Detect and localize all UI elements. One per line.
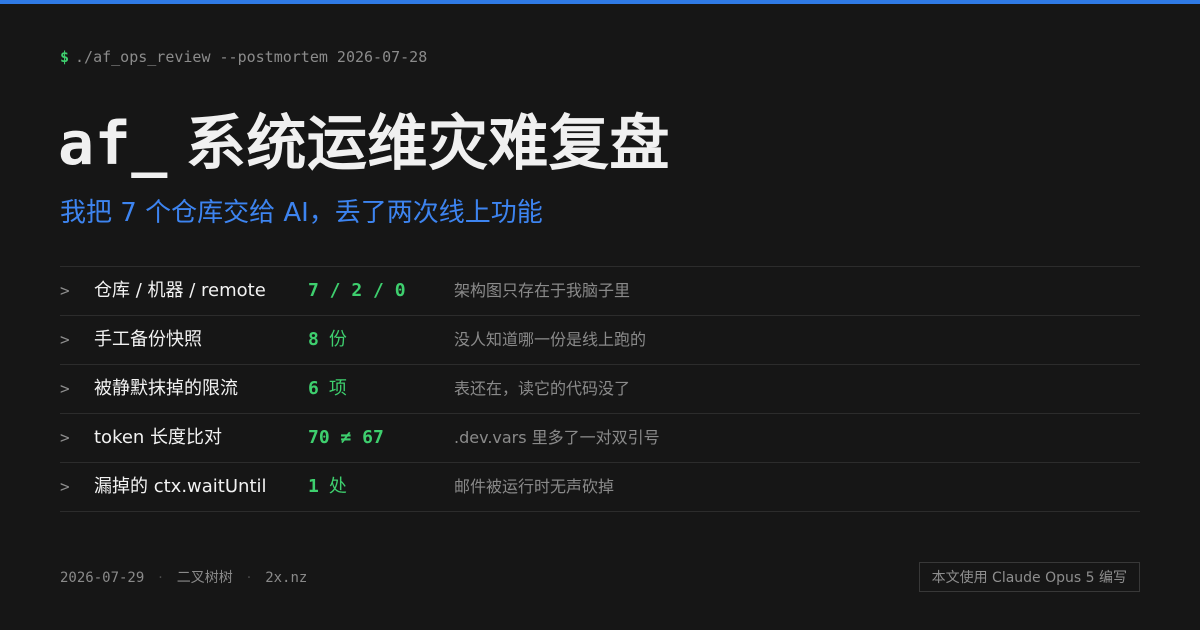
stat-note: 表还在，读它的代码没了: [454, 379, 631, 398]
footer-date: 2026-07-29: [60, 570, 145, 586]
footer-separator: ·: [246, 570, 252, 586]
stat-value-unit: 处: [328, 476, 347, 497]
stat-label: 手工备份快照: [94, 329, 202, 350]
footer-site-link[interactable]: 2x.nz: [265, 570, 307, 586]
stat-row: > 手工备份快照 8份 没人知道哪一份是线上跑的: [60, 316, 1140, 365]
chevron-right-icon: >: [60, 281, 70, 300]
ai-disclosure-badge: 本文使用 Claude Opus 5 编写: [918, 562, 1140, 592]
chevron-right-icon: >: [60, 428, 70, 447]
title-prefix: af_: [58, 109, 168, 179]
stat-value: 8份: [308, 316, 347, 364]
stats-table: > 仓库 / 机器 / remote 7 / 2 / 0 架构图只存在于我脑子里…: [60, 266, 1140, 512]
stat-note: .dev.vars 里多了一对双引号: [454, 428, 660, 447]
stat-value: 1处: [308, 463, 347, 511]
stat-row: > token 长度比对 70 ≠ 67 .dev.vars 里多了一对双引号: [60, 414, 1140, 463]
footer-author: 二叉树树: [176, 570, 233, 586]
prompt-symbol: $: [60, 48, 70, 66]
stat-value-unit: 项: [328, 378, 347, 399]
stat-label: 漏掉的 ctx.waitUntil: [94, 476, 267, 497]
chevron-right-icon: >: [60, 330, 70, 349]
stat-row: > 漏掉的 ctx.waitUntil 1处 邮件被运行时无声砍掉: [60, 463, 1140, 512]
stat-value-number: 7 / 2 / 0: [308, 280, 406, 301]
title-text: 系统运维灾难复盘: [185, 109, 670, 179]
stat-value: 70 ≠ 67: [308, 414, 384, 462]
stat-note: 邮件被运行时无声砍掉: [454, 477, 615, 496]
stat-value: 7 / 2 / 0: [308, 267, 406, 315]
stat-note: 架构图只存在于我脑子里: [454, 281, 631, 300]
page-subtitle: 我把 7 个仓库交给 AI，丢了两次线上功能: [60, 198, 543, 228]
stat-row: > 被静默抹掉的限流 6项 表还在，读它的代码没了: [60, 365, 1140, 414]
stat-value-number: 1: [308, 476, 319, 497]
chevron-right-icon: >: [60, 477, 70, 496]
footer-meta: 2026-07-29 · 二叉树树 · 2x.nz: [60, 566, 307, 590]
terminal-prompt: $ ./af_ops_review --postmortem 2026-07-28: [60, 48, 427, 66]
stat-note: 没人知道哪一份是线上跑的: [454, 330, 647, 349]
stat-label: 仓库 / 机器 / remote: [94, 280, 266, 301]
stat-value: 6项: [308, 365, 347, 413]
footer-separator: ·: [158, 570, 163, 586]
stat-value-number: 8: [308, 329, 319, 350]
stat-value-unit: 份: [328, 329, 347, 350]
stat-label: 被静默抹掉的限流: [94, 378, 238, 399]
stat-row: > 仓库 / 机器 / remote 7 / 2 / 0 架构图只存在于我脑子里: [60, 267, 1140, 316]
stat-value-number: 6: [308, 378, 319, 399]
chevron-right-icon: >: [60, 379, 70, 398]
og-card: $ ./af_ops_review --postmortem 2026-07-28…: [0, 0, 1200, 630]
stat-value-number: 70 ≠ 67: [308, 427, 384, 448]
accent-top-bar: [0, 0, 1200, 4]
prompt-command: ./af_ops_review --postmortem 2026-07-28: [75, 48, 428, 66]
stat-label: token 长度比对: [94, 427, 223, 448]
page-title: af_ 系统运维灾难复盘: [58, 106, 670, 182]
